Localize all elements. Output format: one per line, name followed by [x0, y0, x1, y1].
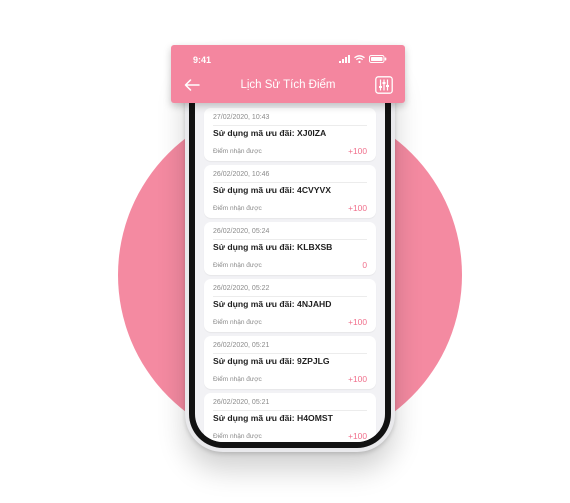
card-divider: [213, 182, 367, 183]
history-title: Sử dụng mã ưu đãi: 4NJAHD: [213, 299, 332, 309]
history-card[interactable]: 26/02/2020, 10:46 Sử dụng mã ưu đãi: 4CV…: [204, 165, 376, 218]
points-label: Điểm nhận được: [213, 205, 262, 212]
history-title: Sử dụng mã ưu đãi: XJ0IZA: [213, 128, 327, 138]
points-label: Điểm nhận được: [213, 433, 262, 440]
history-title: Sử dụng mã ưu đãi: 4CVYVX: [213, 185, 331, 195]
battery-icon: [369, 55, 387, 63]
app-header: 9:41 Lịch Sử Tích Điểm: [171, 45, 405, 103]
points-value: +100: [348, 146, 367, 156]
wifi-icon: [354, 55, 365, 63]
card-divider: [213, 125, 367, 126]
history-card[interactable]: 26/02/2020, 05:21 Sử dụng mã ưu đãi: H4O…: [204, 393, 376, 442]
history-card[interactable]: 26/02/2020, 05:21 Sử dụng mã ưu đãi: 9ZP…: [204, 336, 376, 389]
card-divider: [213, 410, 367, 411]
card-divider: [213, 239, 367, 240]
sliders-icon: [375, 76, 393, 94]
history-title: Sử dụng mã ưu đãi: H4OMST: [213, 413, 333, 423]
history-date: 26/02/2020, 05:21: [213, 342, 270, 349]
page-title: Lịch Sử Tích Điểm: [240, 79, 336, 91]
phone-bezel: 27/02/2020, 10:43 Sử dụng mã ưu đãi: XJ0…: [189, 52, 391, 448]
history-date: 26/02/2020, 05:24: [213, 228, 270, 235]
history-list: 27/02/2020, 10:43 Sử dụng mã ưu đãi: XJ0…: [204, 108, 376, 442]
status-icons: [339, 55, 387, 63]
history-card[interactable]: 26/02/2020, 05:24 Sử dụng mã ưu đãi: KLB…: [204, 222, 376, 275]
card-divider: [213, 353, 367, 354]
points-label: Điểm nhận được: [213, 319, 262, 326]
history-card[interactable]: 26/02/2020, 05:22 Sử dụng mã ưu đãi: 4NJ…: [204, 279, 376, 332]
filter-button[interactable]: [374, 75, 394, 95]
history-date: 26/02/2020, 05:21: [213, 399, 270, 406]
points-label: Điểm nhận được: [213, 148, 262, 155]
points-label: Điểm nhận được: [213, 262, 262, 269]
history-date: 26/02/2020, 10:46: [213, 171, 270, 178]
card-divider: [213, 296, 367, 297]
points-value: 0: [362, 260, 367, 270]
history-date: 27/02/2020, 10:43: [213, 114, 270, 121]
points-value: +100: [348, 431, 367, 441]
points-value: +100: [348, 374, 367, 384]
points-label: Điểm nhận được: [213, 376, 262, 383]
phone-screen: 27/02/2020, 10:43 Sử dụng mã ưu đãi: XJ0…: [195, 58, 385, 442]
history-card[interactable]: 27/02/2020, 10:43 Sử dụng mã ưu đãi: XJ0…: [204, 108, 376, 161]
signal-icon: [339, 55, 350, 63]
history-title: Sử dụng mã ưu đãi: KLBXSB: [213, 242, 333, 252]
history-title: Sử dụng mã ưu đãi: 9ZPJLG: [213, 356, 330, 366]
points-value: +100: [348, 203, 367, 213]
points-value: +100: [348, 317, 367, 327]
phone-frame: 27/02/2020, 10:43 Sử dụng mã ưu đãi: XJ0…: [185, 48, 395, 452]
status-time: 9:41: [193, 55, 212, 65]
history-date: 26/02/2020, 05:22: [213, 285, 270, 292]
